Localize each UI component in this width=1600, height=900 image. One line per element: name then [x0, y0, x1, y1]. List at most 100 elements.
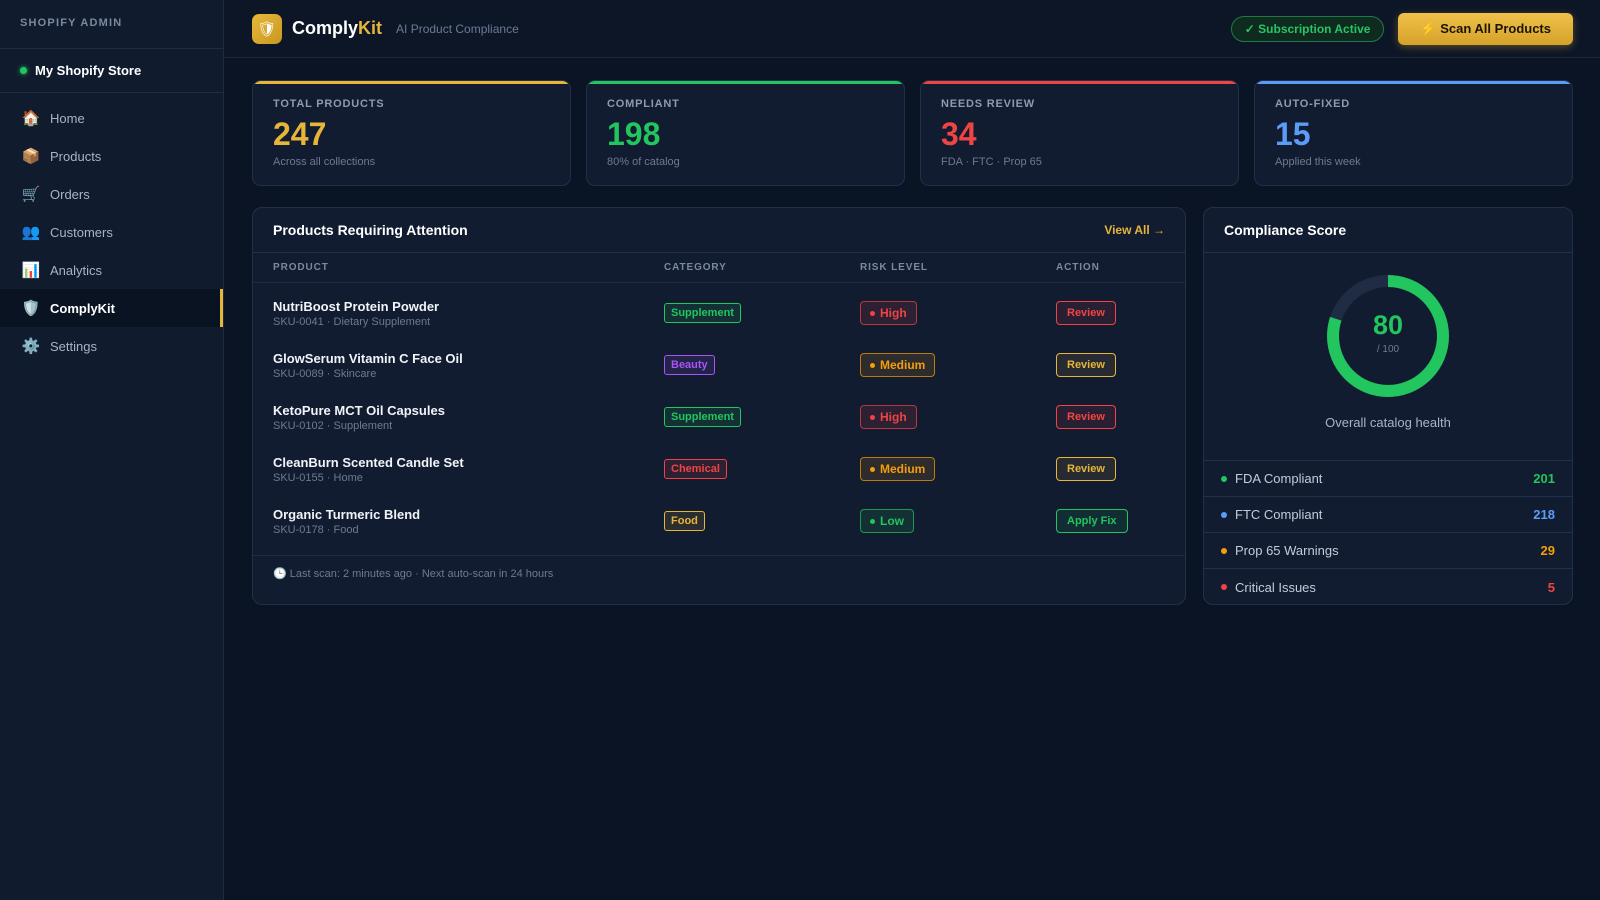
product-sku: SKU-0041 · Dietary Supplement	[273, 315, 431, 328]
metric-value: 218	[1533, 507, 1555, 522]
metric-dot	[1221, 475, 1227, 482]
category-tag: Supplement	[664, 303, 741, 323]
column-header-risk: RISK LEVEL	[860, 262, 928, 273]
panel-header: Products Requiring Attention View All →	[253, 208, 1185, 253]
subscription-status-badge: ✓ Subscription Active	[1230, 15, 1385, 42]
stat-value: 198	[607, 116, 661, 152]
bar-chart-icon: 📊	[21, 262, 41, 279]
stat-subtext: Across all collections	[273, 156, 376, 168]
risk-dot	[870, 310, 875, 316]
home-icon: 🏠	[21, 110, 41, 127]
store-name: My Shopify Store	[35, 63, 142, 78]
sidebar-item-complykit[interactable]: 🛡️ ComplyKit	[0, 289, 223, 327]
risk-badge: High	[860, 405, 917, 429]
shield-icon: 🛡️	[21, 300, 41, 317]
sidebar-item-label: Products	[50, 148, 102, 164]
panel-title: Products Requiring Attention	[273, 222, 468, 238]
main-area: 🛡 ComplyKit AI Product Compliance ✓ Subs…	[224, 0, 1600, 900]
dashboard-content: TOTAL PRODUCTS 247 Across all collection…	[224, 58, 1600, 605]
lower-section: Products Requiring Attention View All → …	[252, 207, 1573, 605]
brand-name-part1: Comply	[292, 18, 359, 38]
stat-card-auto-fixed: AUTO-FIXED 15 Applied this week	[1254, 80, 1573, 186]
category-tag: Chemical	[664, 459, 727, 479]
sidebar-item-label: Orders	[50, 186, 90, 202]
store-selector[interactable]: My Shopify Store	[0, 49, 223, 93]
risk-label: Medium	[880, 358, 926, 372]
score-caption: Overall catalog health	[1325, 415, 1451, 430]
score-gauge-section: 80 / 100 Overall catalog health	[1204, 253, 1572, 461]
risk-badge: Medium	[860, 457, 936, 481]
stat-subtext: Applied this week	[1275, 156, 1361, 168]
stat-value: 247	[273, 116, 327, 152]
metric-value: 29	[1540, 543, 1555, 558]
sidebar-item-label: Customers	[50, 224, 113, 240]
sidebar-item-customers[interactable]: 👥 Customers	[0, 213, 223, 251]
metric-dot	[1221, 584, 1227, 590]
metric-label: FDA Compliant	[1235, 471, 1323, 486]
gear-icon: ⚙️	[21, 338, 41, 355]
product-sku: SKU-0178 · Food	[273, 523, 359, 536]
scan-all-products-button[interactable]: ⚡ Scan All Products	[1398, 12, 1573, 45]
app-header: 🛡 ComplyKit AI Product Compliance ✓ Subs…	[224, 0, 1600, 58]
table-body: NutriBoost Protein Powder SKU-0041 · Die…	[253, 283, 1185, 547]
risk-label: Low	[880, 514, 904, 528]
metric-critical-issues: Critical Issues 5	[1204, 569, 1572, 605]
score-value: 80	[1372, 310, 1404, 340]
risk-dot	[870, 414, 875, 420]
table-header: PRODUCT CATEGORY RISK LEVEL ACTION	[253, 253, 1185, 283]
stat-label: TOTAL PRODUCTS	[273, 98, 385, 110]
stat-label: AUTO-FIXED	[1275, 98, 1351, 110]
metric-label: FTC Compliant	[1235, 507, 1323, 522]
cart-icon: 🛒	[21, 186, 41, 203]
sidebar-item-label: Settings	[50, 338, 97, 354]
score-gauge: 80 / 100	[1322, 270, 1454, 402]
table-row[interactable]: KetoPure MCT Oil Capsules SKU-0102 · Sup…	[253, 391, 1185, 443]
product-sku: SKU-0102 · Supplement	[273, 419, 393, 432]
compliance-score-panel: Compliance Score 80 / 100 Overall catalo…	[1203, 207, 1573, 605]
review-button[interactable]: Review	[1056, 405, 1116, 429]
review-button[interactable]: Review	[1056, 353, 1116, 377]
panel-header: Compliance Score	[1204, 208, 1572, 253]
sidebar-item-orders[interactable]: 🛒 Orders	[0, 175, 223, 213]
sidebar-item-products[interactable]: 📦 Products	[0, 137, 223, 175]
stat-card-total-products: TOTAL PRODUCTS 247 Across all collection…	[252, 80, 571, 186]
table-row[interactable]: Organic Turmeric Blend SKU-0178 · Food F…	[253, 495, 1185, 547]
products-attention-panel: Products Requiring Attention View All → …	[252, 207, 1186, 605]
column-header-action: ACTION	[1056, 262, 1100, 273]
table-row[interactable]: NutriBoost Protein Powder SKU-0041 · Die…	[253, 287, 1185, 339]
sidebar-item-label: Home	[50, 110, 85, 126]
package-icon: 📦	[21, 148, 41, 165]
metric-dot	[1221, 547, 1227, 554]
metric-dot	[1221, 511, 1227, 518]
admin-label: SHOPIFY ADMIN	[0, 0, 223, 49]
product-name: GlowSerum Vitamin C Face Oil	[273, 350, 463, 366]
category-tag: Beauty	[664, 355, 715, 375]
view-all-link[interactable]: View All →	[1104, 223, 1165, 237]
score-denominator: / 100	[1376, 344, 1400, 355]
sidebar-item-label: Analytics	[50, 262, 103, 278]
sidebar-item-label: ComplyKit	[50, 300, 115, 316]
product-name: Organic Turmeric Blend	[273, 506, 421, 522]
column-header-category: CATEGORY	[664, 262, 727, 273]
product-name: NutriBoost Protein Powder	[273, 298, 440, 314]
review-button[interactable]: Review	[1056, 457, 1116, 481]
metric-ftc-compliant: FTC Compliant 218	[1204, 497, 1572, 533]
sidebar-item-settings[interactable]: ⚙️ Settings	[0, 327, 223, 365]
table-row[interactable]: CleanBurn Scented Candle Set SKU-0155 · …	[253, 443, 1185, 495]
sidebar-item-analytics[interactable]: 📊 Analytics	[0, 251, 223, 289]
app-brand: ComplyKit	[292, 18, 382, 39]
product-sku: SKU-0089 · Skincare	[273, 367, 377, 380]
review-button[interactable]: Review	[1056, 301, 1116, 325]
metric-value: 201	[1533, 471, 1555, 486]
apply-fix-button[interactable]: Apply Fix	[1056, 509, 1128, 533]
table-row[interactable]: GlowSerum Vitamin C Face Oil SKU-0089 · …	[253, 339, 1185, 391]
stat-subtext: FDA · FTC · Prop 65	[941, 156, 1042, 168]
stat-value: 15	[1275, 116, 1311, 152]
sidebar: SHOPIFY ADMIN My Shopify Store 🏠 Home 📦 …	[0, 0, 224, 900]
store-status-dot	[20, 67, 27, 74]
risk-label: High	[880, 410, 907, 424]
category-tag: Supplement	[664, 407, 741, 427]
sidebar-item-home[interactable]: 🏠 Home	[0, 99, 223, 137]
product-name: CleanBurn Scented Candle Set	[273, 454, 464, 470]
risk-badge: High	[860, 301, 917, 325]
